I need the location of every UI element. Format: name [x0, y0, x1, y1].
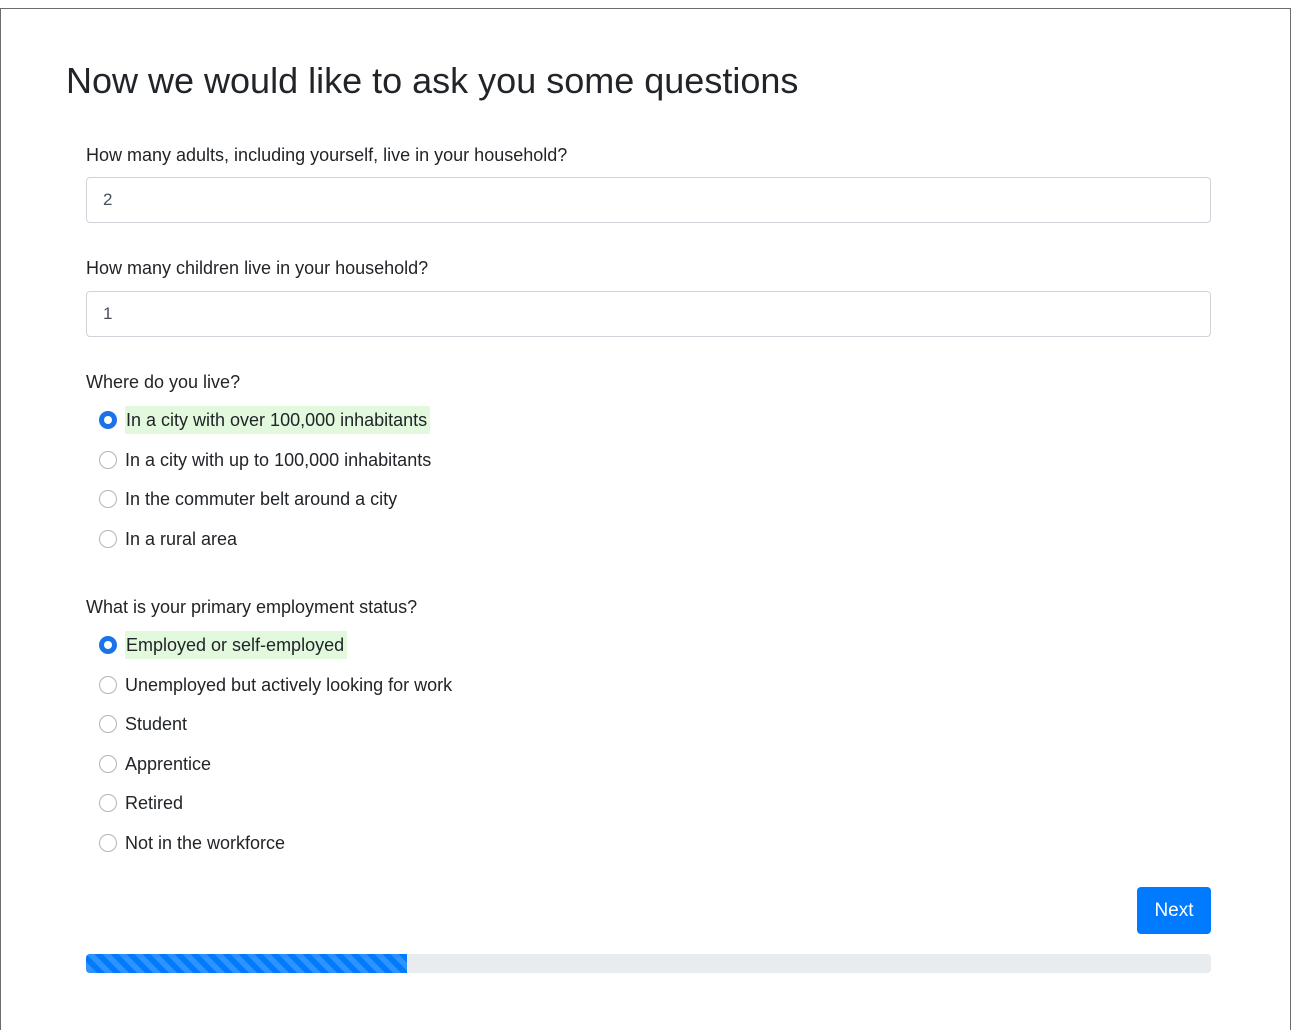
employment-option-apprentice[interactable]: Apprentice — [99, 749, 213, 779]
progress-track — [86, 954, 1211, 973]
radio-unchecked-icon[interactable] — [99, 715, 117, 733]
radio-unchecked-icon[interactable] — [99, 451, 117, 469]
option-label: Retired — [125, 793, 184, 813]
option-label: Not in the workforce — [125, 833, 286, 853]
radio-checked-icon[interactable] — [99, 411, 117, 429]
children-count-input[interactable] — [86, 291, 1211, 337]
residence-option-rural[interactable]: In a rural area — [99, 524, 239, 554]
residence-question-label: Where do you live? — [86, 372, 241, 392]
children-question-label: How many children live in your household… — [86, 258, 429, 278]
progress-bar-fill — [86, 954, 407, 973]
radio-unchecked-icon[interactable] — [99, 676, 117, 694]
residence-option-city-small[interactable]: In a city with up to 100,000 inhabitants — [99, 445, 433, 475]
employment-option-student[interactable]: Student — [99, 709, 189, 739]
option-label: In a city with over 100,000 inhabitants — [125, 406, 431, 434]
radio-checked-icon[interactable] — [99, 636, 117, 654]
employment-option-employed[interactable]: Employed or self-employed — [99, 630, 348, 660]
next-button[interactable]: Next — [1137, 887, 1211, 934]
employment-option-retired[interactable]: Retired — [99, 788, 185, 818]
radio-unchecked-icon[interactable] — [99, 834, 117, 852]
option-label: In the commuter belt around a city — [125, 489, 398, 509]
adults-question-label: How many adults, including yourself, liv… — [86, 145, 568, 165]
option-label: Apprentice — [125, 754, 212, 774]
option-label: Student — [125, 714, 188, 734]
radio-unchecked-icon[interactable] — [99, 490, 117, 508]
residence-option-city-large[interactable]: In a city with over 100,000 inhabitants — [99, 405, 431, 435]
option-label: In a city with up to 100,000 inhabitants — [125, 450, 432, 470]
option-label: Unemployed but actively looking for work — [125, 675, 453, 695]
radio-unchecked-icon[interactable] — [99, 794, 117, 812]
employment-question-label: What is your primary employment status? — [86, 597, 418, 617]
radio-unchecked-icon[interactable] — [99, 755, 117, 773]
page-title: Now we would like to ask you some questi… — [66, 60, 799, 101]
employment-option-unemployed[interactable]: Unemployed but actively looking for work — [99, 670, 454, 700]
option-label: Employed or self-employed — [125, 631, 348, 659]
adults-count-input[interactable] — [86, 177, 1211, 223]
employment-option-not-in-workforce[interactable]: Not in the workforce — [99, 828, 287, 858]
residence-option-commuter-belt[interactable]: In the commuter belt around a city — [99, 484, 399, 514]
option-label: In a rural area — [125, 529, 238, 549]
radio-unchecked-icon[interactable] — [99, 530, 117, 548]
